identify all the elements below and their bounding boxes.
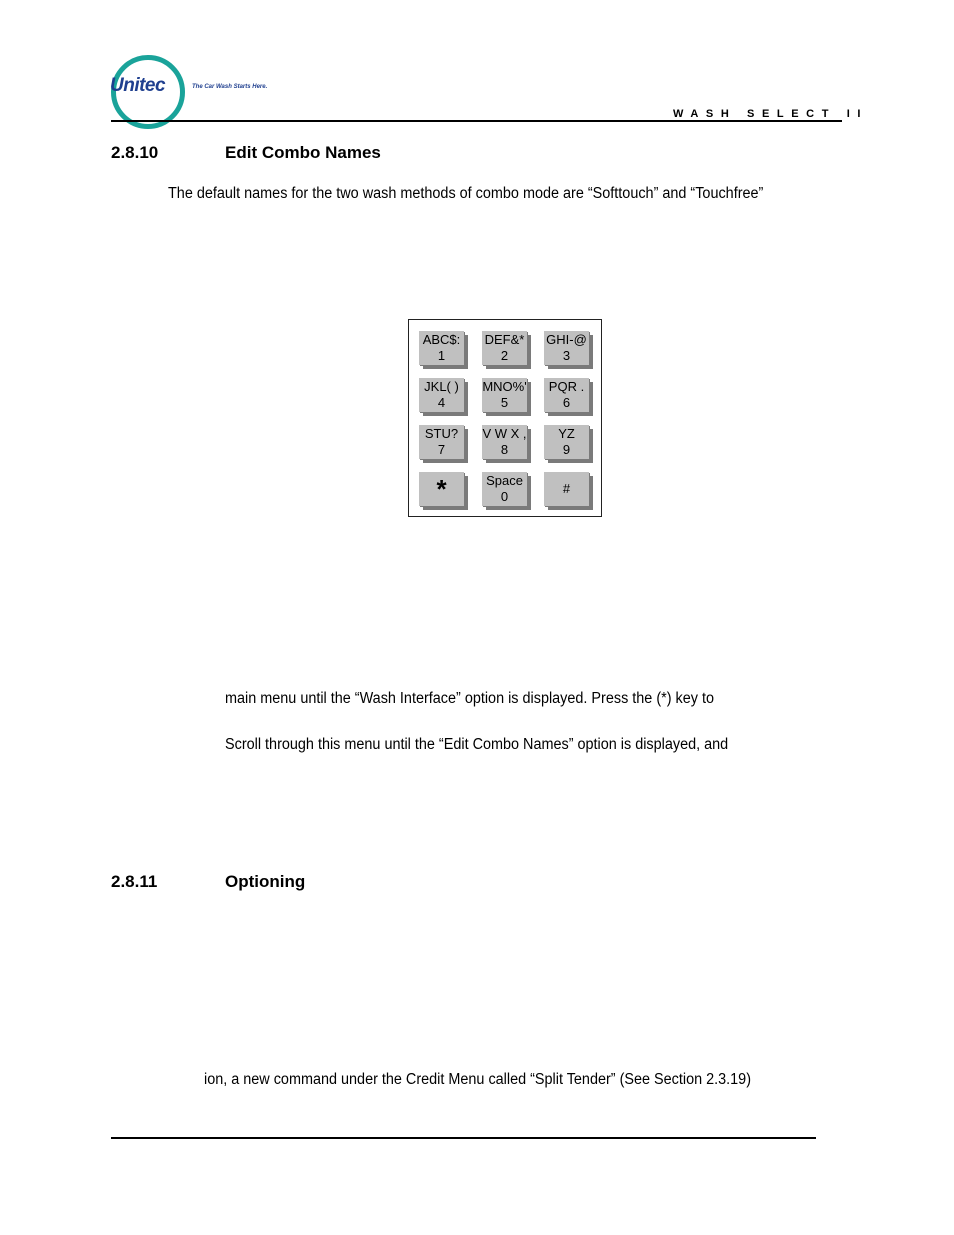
instruction-line: main menu until the “Wash Interface” opt… (225, 690, 715, 707)
key-digit: 6 (562, 395, 571, 410)
paragraph-line: ion, a new command under the Credit Menu… (204, 1071, 752, 1088)
keypad-key-2: DEF&* 2 (482, 331, 527, 365)
key-letters: Space (486, 473, 523, 488)
key-letters: STU? (424, 426, 459, 441)
key-letters: ABC$: (422, 332, 461, 347)
key-digit: 4 (437, 395, 446, 410)
key-letters: MNO%' (482, 379, 527, 394)
logo-tagline: The Car Wash Starts Here. (192, 84, 268, 90)
key-letters: DEF&* (484, 332, 525, 347)
key-digit: 8 (500, 442, 509, 457)
key-digit: 1 (437, 348, 446, 363)
section-number: 2.8.10 (111, 143, 159, 162)
section-title: Optioning (225, 872, 306, 891)
keypad-key-6: PQR .6 (544, 378, 589, 412)
key-digit: 3 (562, 348, 571, 363)
key-digit: 2 (500, 348, 509, 363)
section-paragraph: The default names for the two wash metho… (168, 185, 764, 202)
key-letters: JKL( ) (424, 379, 459, 394)
key-digit: 0 (500, 489, 509, 504)
keypad-key-7: STU? 7 (419, 425, 464, 459)
company-logo: Unitec (110, 75, 166, 96)
header-divider (111, 120, 842, 122)
keypad-key-8: V W X ,8 (482, 425, 527, 459)
section-title: Edit Combo Names (225, 143, 381, 162)
key-digit: 7 (437, 442, 446, 457)
keypad-key-3: GHI-@ 3 (544, 331, 589, 365)
running-title: WASH SELECT II (673, 108, 869, 120)
key-letters: YZ (558, 426, 575, 441)
keypad-key-5: MNO%' 5 (482, 378, 527, 412)
keypad-key-9: YZ 9 (544, 425, 589, 459)
keypad-key-hash: # (544, 472, 589, 506)
footer-divider (111, 1137, 816, 1139)
key-letters: GHI-@ (546, 332, 587, 347)
keypad-key-1: ABC$: 1 (419, 331, 464, 365)
key-digit: 9 (562, 442, 571, 457)
hash-icon: # (562, 481, 571, 496)
keypad-key-star: * (419, 472, 464, 506)
keypad-figure: ABC$: 1 DEF&* 2 GHI-@ 3 JKL( ) 4 MNO%' 5 PQR … (408, 319, 602, 517)
instruction-line: Scroll through this menu until the “Edit… (225, 736, 729, 753)
key-digit: 5 (500, 395, 509, 410)
section-number: 2.8.11 (111, 872, 158, 891)
key-letters: V W X , (482, 426, 527, 441)
key-letters: PQR . (548, 379, 585, 394)
star-icon: * (436, 474, 447, 504)
keypad-key-4: JKL( ) 4 (419, 378, 464, 412)
keypad-key-0: Space 0 (482, 472, 527, 506)
